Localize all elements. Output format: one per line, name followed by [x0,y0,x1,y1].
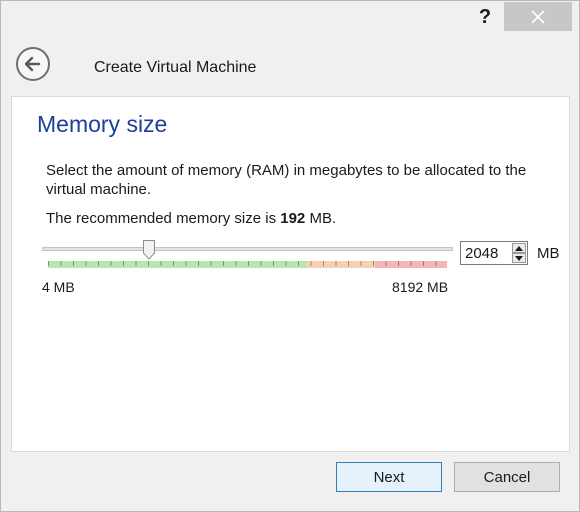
recommend-suffix: MB. [305,210,337,227]
close-icon [531,9,545,24]
spin-down-button[interactable] [512,253,526,263]
recommend-prefix: The recommended memory size is [46,210,281,227]
cancel-button[interactable]: Cancel [454,462,560,492]
page-heading: Memory size [37,111,168,137]
help-button[interactable]: ? [471,4,499,30]
memory-slider-ticks [48,261,447,266]
memory-input[interactable] [461,242,515,264]
triangle-down-icon [515,255,523,261]
close-button[interactable] [504,2,572,31]
recommended-memory-text: The recommended memory size is 192 MB. [46,210,336,227]
memory-slider-track[interactable] [42,247,453,251]
back-button[interactable] [16,47,50,81]
description-text: Select the amount of memory (RAM) in meg… [46,162,527,198]
slider-max-label: 8192 MB [392,279,449,295]
back-arrow-icon [24,56,41,72]
memory-slider-thumb[interactable] [143,240,155,260]
spin-up-button[interactable] [512,243,526,253]
content-panel: Memory size Select the amount of memory … [11,96,570,452]
slider-min-label: 4 MB [42,279,75,295]
question-mark-icon: ? [478,5,492,28]
recommended-memory-value: 192 [280,210,306,227]
memory-unit-label: MB [537,245,560,262]
triangle-up-icon [515,245,523,251]
dialog-title: Create Virtual Machine [94,59,257,76]
next-button[interactable]: Next [336,462,442,492]
dialog-window: ? Create Virtual Machine Memory size Sel… [0,0,580,512]
memory-spinbox[interactable] [460,241,528,265]
